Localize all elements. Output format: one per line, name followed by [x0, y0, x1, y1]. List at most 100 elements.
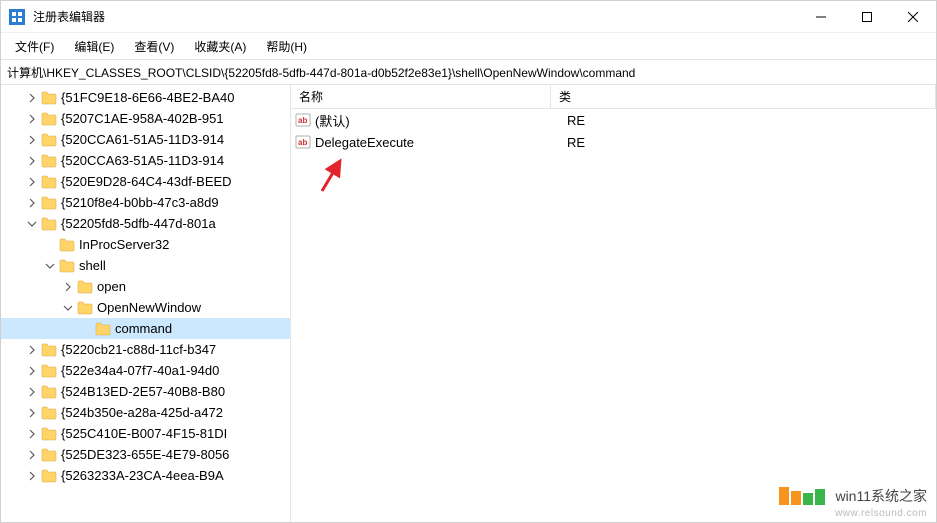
folder-icon — [41, 427, 57, 441]
folder-icon — [41, 364, 57, 378]
value-type: RE — [567, 135, 585, 150]
tree-node[interactable]: shell — [1, 255, 290, 276]
menu-favorites[interactable]: 收藏夹(A) — [184, 36, 256, 57]
minimize-button[interactable] — [798, 1, 844, 33]
window-title: 注册表编辑器 — [33, 8, 798, 25]
tree-node[interactable]: command — [1, 318, 290, 339]
col-type[interactable]: 类 — [551, 85, 936, 108]
tree-node-label: {5263233A-23CA-4eea-B9A — [61, 468, 224, 483]
tree-node-label: {5220cb21-c88d-11cf-b347 — [61, 342, 216, 357]
tree-node-label: InProcServer32 — [79, 237, 169, 252]
tree-panel[interactable]: {51FC9E18-6E66-4BE2-BA40 {5207C1AE-958A-4… — [1, 85, 291, 522]
chevron-right-icon[interactable] — [25, 448, 39, 462]
svg-text:ab: ab — [298, 138, 307, 147]
folder-icon — [41, 469, 57, 483]
tree-node-label: {524B13ED-2E57-40B8-B80 — [61, 384, 225, 399]
menu-edit[interactable]: 编辑(E) — [64, 36, 124, 57]
tree-node-label: {524b350e-a28a-425d-a472 — [61, 405, 223, 420]
titlebar: 注册表编辑器 — [1, 1, 936, 33]
chevron-right-icon[interactable] — [25, 91, 39, 105]
value-name: DelegateExecute — [315, 135, 567, 150]
tree-node[interactable]: {5207C1AE-958A-402B-951 — [1, 108, 290, 129]
tree-node[interactable]: {520E9D28-64C4-43df-BEED — [1, 171, 290, 192]
values-header: 名称 类 — [291, 85, 936, 109]
folder-icon — [41, 154, 57, 168]
tree-node[interactable]: {5263233A-23CA-4eea-B9A — [1, 465, 290, 486]
tree-node[interactable]: {525DE323-655E-4E79-8056 — [1, 444, 290, 465]
folder-icon — [59, 259, 75, 273]
tree-node[interactable]: {5210f8e4-b0bb-47c3-a8d9 — [1, 192, 290, 213]
regedit-window: 注册表编辑器 文件(F) 编辑(E) 查看(V) 收藏夹(A) 帮助(H) 计算… — [0, 0, 937, 523]
tree-node[interactable]: InProcServer32 — [1, 234, 290, 255]
chevron-right-icon[interactable] — [25, 427, 39, 441]
tree-node-label: {525C410E-B007-4F15-81DI — [61, 426, 227, 441]
menu-view[interactable]: 查看(V) — [124, 36, 184, 57]
tree-node[interactable]: {524B13ED-2E57-40B8-B80 — [1, 381, 290, 402]
folder-icon — [41, 406, 57, 420]
tree-node[interactable]: {525C410E-B007-4F15-81DI — [1, 423, 290, 444]
menubar: 文件(F) 编辑(E) 查看(V) 收藏夹(A) 帮助(H) — [1, 33, 936, 59]
tree-node[interactable]: {52205fd8-5dfb-447d-801a — [1, 213, 290, 234]
chevron-right-icon[interactable] — [25, 406, 39, 420]
tree-node-label: {52205fd8-5dfb-447d-801a — [61, 216, 216, 231]
chevron-right-icon[interactable] — [25, 469, 39, 483]
chevron-right-icon[interactable] — [25, 175, 39, 189]
value-row[interactable]: ab (默认)RE — [291, 109, 936, 131]
folder-icon — [41, 175, 57, 189]
string-value-icon: ab — [295, 134, 311, 150]
svg-text:ab: ab — [298, 116, 307, 125]
tree-node-label: {51FC9E18-6E66-4BE2-BA40 — [61, 90, 234, 105]
folder-icon — [41, 133, 57, 147]
tree-node[interactable]: {524b350e-a28a-425d-a472 — [1, 402, 290, 423]
tree-node[interactable]: OpenNewWindow — [1, 297, 290, 318]
chevron-right-icon[interactable] — [25, 385, 39, 399]
window-controls — [798, 1, 936, 33]
folder-icon — [41, 91, 57, 105]
folder-icon — [41, 343, 57, 357]
address-bar[interactable]: 计算机\HKEY_CLASSES_ROOT\CLSID\{52205fd8-5d… — [1, 59, 936, 85]
col-name[interactable]: 名称 — [291, 85, 551, 108]
value-name: (默认) — [315, 111, 567, 130]
maximize-button[interactable] — [844, 1, 890, 33]
tree-node-label: {520CCA63-51A5-11D3-914 — [61, 153, 224, 168]
menu-help[interactable]: 帮助(H) — [256, 36, 317, 57]
folder-icon — [41, 217, 57, 231]
chevron-right-icon[interactable] — [25, 196, 39, 210]
folder-icon — [59, 238, 75, 252]
chevron-down-icon[interactable] — [25, 217, 39, 231]
value-row[interactable]: ab DelegateExecuteRE — [291, 131, 936, 153]
values-panel[interactable]: 名称 类 ab (默认)RE ab DelegateExecuteRE — [291, 85, 936, 522]
folder-icon — [41, 385, 57, 399]
tree-node[interactable]: {522e34a4-07f7-40a1-94d0 — [1, 360, 290, 381]
tree-node-label: OpenNewWindow — [97, 300, 201, 315]
tree-node-label: {5207C1AE-958A-402B-951 — [61, 111, 224, 126]
tree-node[interactable]: {520CCA63-51A5-11D3-914 — [1, 150, 290, 171]
folder-icon — [77, 280, 93, 294]
close-button[interactable] — [890, 1, 936, 33]
chevron-right-icon[interactable] — [25, 133, 39, 147]
tree-node-label: {520E9D28-64C4-43df-BEED — [61, 174, 232, 189]
chevron-right-icon[interactable] — [25, 343, 39, 357]
chevron-down-icon[interactable] — [43, 259, 57, 273]
chevron-right-icon[interactable] — [61, 280, 75, 294]
folder-icon — [41, 448, 57, 462]
tree-node-label: command — [115, 321, 172, 336]
menu-file[interactable]: 文件(F) — [5, 36, 64, 57]
tree-node[interactable]: {51FC9E18-6E66-4BE2-BA40 — [1, 87, 290, 108]
tree-node-label: {522e34a4-07f7-40a1-94d0 — [61, 363, 219, 378]
folder-icon — [77, 301, 93, 315]
tree-node[interactable]: open — [1, 276, 290, 297]
tree-node[interactable]: {520CCA61-51A5-11D3-914 — [1, 129, 290, 150]
tree-node-label: {520CCA61-51A5-11D3-914 — [61, 132, 224, 147]
chevron-right-icon[interactable] — [25, 364, 39, 378]
tree-node-label: {5210f8e4-b0bb-47c3-a8d9 — [61, 195, 219, 210]
chevron-right-icon[interactable] — [25, 112, 39, 126]
tree-node-label: open — [97, 279, 126, 294]
tree-node[interactable]: {5220cb21-c88d-11cf-b347 — [1, 339, 290, 360]
tree-node-label: shell — [79, 258, 106, 273]
app-icon — [9, 9, 25, 25]
value-type: RE — [567, 113, 585, 128]
chevron-right-icon[interactable] — [25, 154, 39, 168]
folder-icon — [95, 322, 111, 336]
chevron-down-icon[interactable] — [61, 301, 75, 315]
